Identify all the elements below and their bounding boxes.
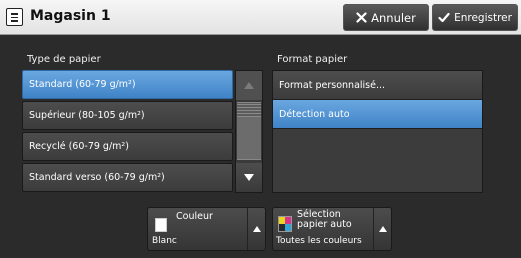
close-icon <box>356 12 367 23</box>
paper-format-list: Format personnalisé... Détection auto <box>272 70 483 193</box>
save-button-label: Enregistrer <box>454 11 512 24</box>
paper-type-item-standard-verso[interactable]: Standard verso (60-79 g/m²) <box>22 163 233 192</box>
paper-type-list: Standard (60-79 g/m²) Supérieur (80-105 … <box>22 70 233 194</box>
auto-paper-select-expand[interactable] <box>373 208 391 250</box>
paper-type-heading: Type de papier <box>27 54 101 65</box>
paper-type-item-standard[interactable]: Standard (60-79 g/m²) <box>22 70 233 99</box>
paper-type-item-recycle[interactable]: Recyclé (60-79 g/m²) <box>22 132 233 161</box>
auto-paper-select-label-line2: papier auto <box>297 219 352 230</box>
paper-format-heading: Format papier <box>277 54 348 65</box>
scroll-up-button[interactable] <box>236 71 262 100</box>
paper-color-expand[interactable] <box>247 208 265 250</box>
list-icon <box>6 8 23 26</box>
multicolor-swatch-icon <box>278 216 292 232</box>
paper-type-item-superieur[interactable]: Supérieur (80-105 g/m²) <box>22 101 233 130</box>
checkmark-icon <box>438 12 450 23</box>
triangle-down-icon <box>244 174 254 181</box>
triangle-up-icon <box>252 226 261 232</box>
cancel-button-label: Annuler <box>371 10 416 25</box>
scroll-down-button[interactable] <box>236 163 262 192</box>
cancel-button[interactable]: Annuler <box>343 4 429 31</box>
paper-color-value: Blanc <box>152 236 177 246</box>
white-swatch-icon <box>155 218 167 232</box>
auto-paper-select-value: Toutes les couleurs <box>276 236 362 246</box>
paper-format-item-auto-detect[interactable]: Détection auto <box>273 100 482 129</box>
paper-type-scrollbar[interactable] <box>235 70 263 193</box>
title-bar: Magasin 1 Annuler Enregistrer <box>0 0 521 35</box>
auto-paper-select-main[interactable]: Sélection papier auto Toutes les couleur… <box>273 208 374 250</box>
scroll-thumb[interactable] <box>237 102 261 160</box>
paper-color-label: Couleur <box>176 211 213 222</box>
paper-format-item-custom[interactable]: Format personnalisé... <box>273 71 482 100</box>
paper-color-main[interactable]: Couleur Blanc <box>148 208 248 250</box>
triangle-up-icon <box>244 82 254 89</box>
page-title: Magasin 1 <box>30 8 111 24</box>
grip-icon <box>237 103 261 117</box>
save-button[interactable]: Enregistrer <box>432 4 518 31</box>
triangle-up-icon <box>378 226 387 232</box>
auto-paper-select-button[interactable]: Sélection papier auto Toutes les couleur… <box>272 207 392 251</box>
paper-color-button[interactable]: Couleur Blanc <box>147 207 266 251</box>
